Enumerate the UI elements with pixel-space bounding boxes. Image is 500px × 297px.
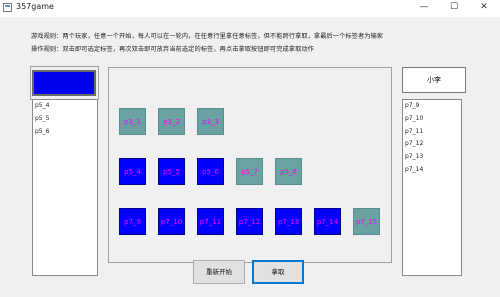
list-item[interactable]: p7_12	[403, 138, 461, 151]
take-button[interactable]: 拿取	[252, 260, 304, 284]
list-item[interactable]: p5_6	[33, 126, 97, 139]
tile-p7-10[interactable]: p7_10	[158, 208, 185, 235]
tile-p7-11[interactable]: p7_11	[197, 208, 224, 235]
tile-p7-13[interactable]: p7_13	[275, 208, 302, 235]
maximize-button[interactable]: ☐	[446, 1, 462, 14]
left-taken-items: p5_4 p5_5 p5_6	[33, 100, 97, 138]
tile-p5-6[interactable]: p5_6	[197, 158, 224, 185]
tile-p3-2[interactable]: p3_2	[158, 108, 185, 135]
tile-p7-15[interactable]: p7_15	[353, 208, 380, 235]
game-rules-text: 游戏规则：两个玩家，任意一个开始，每人可以在一轮内，在任意行里拿任意标签，但不能…	[31, 33, 384, 40]
tile-p7-9[interactable]: p7_9	[119, 208, 146, 235]
list-item[interactable]: p7_14	[403, 164, 461, 177]
operation-rules-text: 操作规则：双击即可选定标签，再次双击即可放弃当前选定的标签，再点击拿取按钮即可完…	[31, 46, 314, 53]
right-taken-list[interactable]: p7_9 p7_10 p7_11 p7_12 p7_13 p7_14	[402, 99, 462, 276]
close-button[interactable]: ✕	[476, 1, 492, 14]
tile-p7-14[interactable]: p7_14	[314, 208, 341, 235]
tile-p5-4[interactable]: p5_4	[119, 158, 146, 185]
list-item[interactable]: p7_13	[403, 151, 461, 164]
title-bar: 357game — ☐ ✕	[0, 0, 500, 17]
tile-p7-12[interactable]: p7_12	[236, 208, 263, 235]
board-panel: p3_1 p3_2 p3_3 p5_4 p5_5 p5_6 p5_7 p5_8 p7_9 p7_1…	[108, 67, 392, 263]
tile-p3-3[interactable]: p3_3	[197, 108, 224, 135]
window-title: 357game	[16, 2, 54, 11]
right-taken-items: p7_9 p7_10 p7_11 p7_12 p7_13 p7_14	[403, 100, 461, 177]
tile-p5-8[interactable]: p5_8	[275, 158, 302, 185]
tile-p5-7[interactable]: p5_7	[236, 158, 263, 185]
list-item[interactable]: p5_4	[33, 100, 97, 113]
right-player-name: 小李	[402, 67, 466, 93]
app-icon	[3, 3, 12, 12]
tile-p3-1[interactable]: p3_1	[119, 108, 146, 135]
tile-p5-5[interactable]: p5_5	[158, 158, 185, 185]
left-player-name	[32, 70, 96, 96]
game-window-client: 游戏规则：两个玩家，任意一个开始，每人可以在一轮内，在任意行里拿任意标签，但不能…	[0, 17, 500, 297]
list-item[interactable]: p7_9	[403, 100, 461, 113]
list-item[interactable]: p5_5	[33, 113, 97, 126]
minimize-button[interactable]: —	[416, 1, 432, 14]
restart-button[interactable]: 重新开始	[193, 260, 245, 284]
list-item[interactable]: p7_10	[403, 113, 461, 126]
left-taken-list[interactable]: p5_4 p5_5 p5_6	[32, 99, 98, 276]
list-item[interactable]: p7_11	[403, 126, 461, 139]
